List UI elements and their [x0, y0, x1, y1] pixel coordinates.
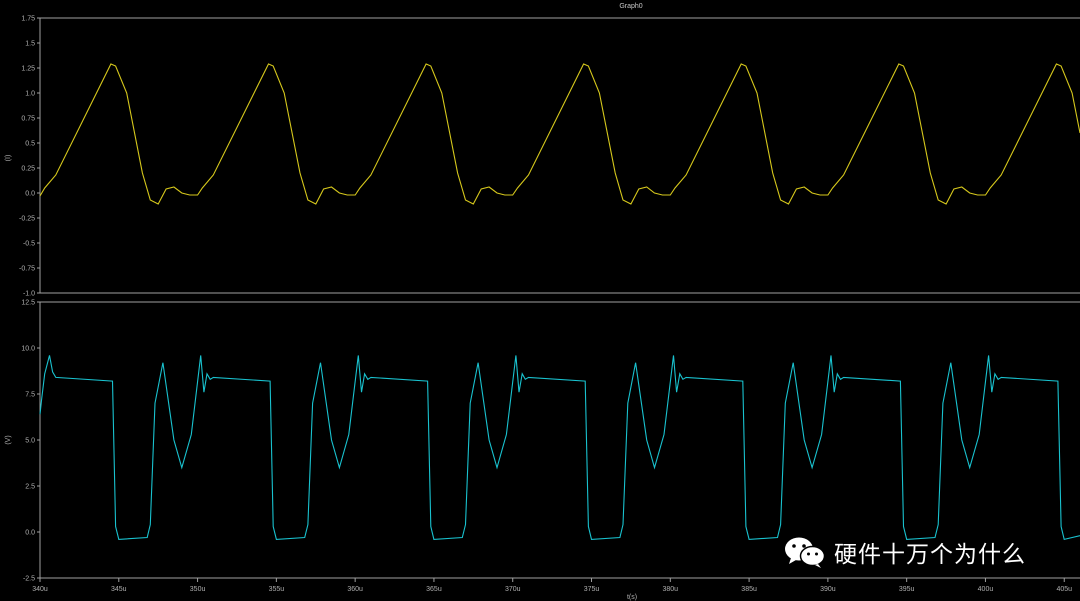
- watermark: 硬件十万个为什么: [784, 532, 1026, 572]
- graph-title: Graph0: [619, 3, 642, 10]
- current-y-tick-label: 1.5: [25, 41, 35, 48]
- x-tick-label: 350u: [190, 586, 206, 593]
- watermark-text: 硬件十万个为什么: [834, 542, 1026, 568]
- x-tick-label: 405u: [1056, 586, 1072, 593]
- voltage-y-axis: 12.5 10.0 7.5 5.0 2.5 0.0 -2.5: [21, 300, 40, 583]
- current-y-axis-label: (I): [5, 155, 12, 162]
- scope-graph: Graph0 1.75 1.5 1.25 1.0 0.75 0.5 0.25 0.0 -0.25…: [5, 3, 1080, 601]
- x-tick-label: 395u: [899, 586, 915, 593]
- voltage-series-line: [39, 355, 1080, 541]
- x-tick-label: 380u: [663, 586, 679, 593]
- current-y-tick-label: 1.75: [21, 16, 35, 23]
- voltage-y-tick-label: 7.5: [25, 392, 35, 399]
- voltage-y-tick-label: 10.0: [21, 346, 35, 353]
- current-y-tick-label: 0.0: [25, 191, 35, 198]
- x-tick-label: 355u: [269, 586, 285, 593]
- current-y-tick-label: -1.0: [23, 291, 35, 298]
- current-y-tick-label: 0.75: [21, 116, 35, 123]
- current-y-tick-label: -0.5: [23, 241, 35, 248]
- current-y-tick-label: 0.5: [25, 141, 35, 148]
- current-series-line: [39, 63, 1080, 205]
- x-tick-label: 365u: [426, 586, 442, 593]
- current-y-tick-label: 1.25: [21, 66, 35, 73]
- current-plot-pane: 1.75 1.5 1.25 1.0 0.75 0.5 0.25 0.0 -0.25 -0.5 -0.…: [5, 16, 1080, 298]
- time-x-axis: 340u 345u 350u 355u 360u 365u 370u 375u 380u 385u…: [32, 578, 1072, 593]
- current-y-tick-label: -0.75: [19, 266, 35, 273]
- x-tick-label: 360u: [347, 586, 363, 593]
- voltage-y-tick-label: 5.0: [25, 438, 35, 445]
- x-tick-label: 370u: [505, 586, 521, 593]
- current-y-axis: 1.75 1.5 1.25 1.0 0.75 0.5 0.25 0.0 -0.25 -0.5 -0.…: [19, 16, 40, 298]
- x-tick-label: 375u: [584, 586, 600, 593]
- x-tick-label: 400u: [978, 586, 994, 593]
- wechat-icon: [785, 537, 826, 568]
- voltage-y-tick-label: 2.5: [25, 484, 35, 491]
- x-tick-label: 390u: [820, 586, 836, 593]
- current-plot-frame: [39, 17, 1080, 294]
- x-tick-label: 345u: [111, 586, 127, 593]
- time-x-axis-label: t(s): [627, 594, 637, 601]
- current-y-tick-label: 0.25: [21, 166, 35, 173]
- x-tick-label: 340u: [32, 586, 48, 593]
- voltage-y-tick-label: 12.5: [21, 300, 35, 307]
- current-y-tick-label: 1.0: [25, 91, 35, 98]
- voltage-y-axis-label: (V): [5, 435, 12, 444]
- voltage-y-tick-label: -2.5: [23, 576, 35, 583]
- current-y-tick-label: -0.25: [19, 216, 35, 223]
- x-tick-label: 385u: [741, 586, 757, 593]
- voltage-y-tick-label: 0.0: [25, 530, 35, 537]
